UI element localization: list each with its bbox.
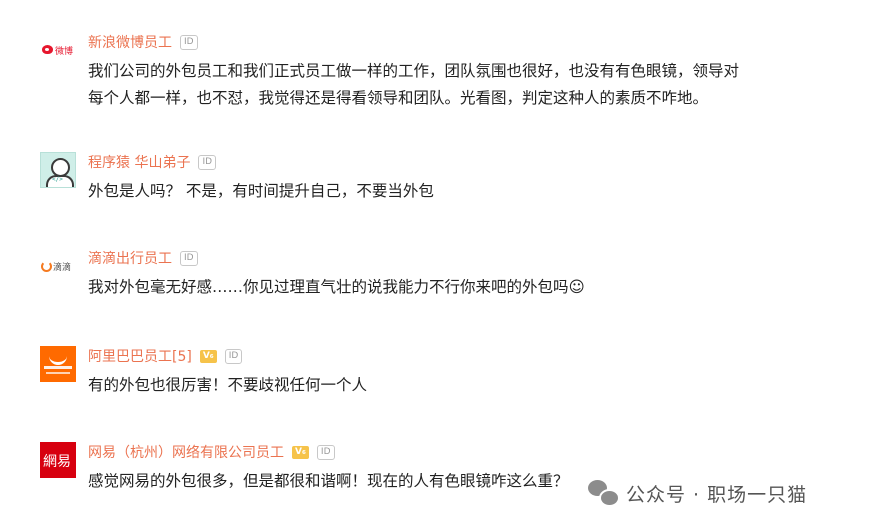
vip-level-badge: V₆ (199, 349, 217, 363)
comment-item: 滴滴 滴滴出行员工 ID 我对外包毫无好感……你见过理直气壮的说我能力不行你来吧… (40, 248, 860, 302)
weibo-logo-icon[interactable]: 微博 (40, 32, 76, 68)
username-link[interactable]: 阿里巴巴员工[5] (88, 346, 192, 366)
comment-text: 外包是人吗？ 不是，有时间提升自己，不要当外包 (88, 182, 434, 200)
comment-meta: 网易（杭州）网络有限公司员工 V₆ ID (88, 442, 335, 462)
comment-meta: 滴滴出行员工 ID (88, 248, 198, 268)
wechat-icon (588, 480, 620, 507)
alibaba-logo-icon[interactable] (40, 346, 76, 382)
comment-item: </> 程序猿 华山弟子 ID 外包是人吗？ 不是，有时间提升自己，不要当外包 (40, 152, 860, 206)
didi-logo-icon[interactable]: 滴滴 (40, 248, 76, 284)
username-link[interactable]: 新浪微博员工 (88, 32, 172, 52)
comment-item: 微博 新浪微博员工 ID 我们公司的外包员工和我们正式员工做一样的工作，团队氛围… (40, 32, 860, 116)
comment-text: 感觉网易的外包很多，但是都很和谐啊！现在的人有色眼镜咋这么重？ (88, 472, 569, 490)
id-badge: ID (224, 348, 243, 364)
wechat-watermark: 公众号 · 职场一只猫 (588, 476, 807, 510)
comment-text: 我对外包毫无好感……你见过理直气壮的说我能力不行你来吧的外包吗☺ (88, 278, 585, 296)
username-link[interactable]: 程序猿 华山弟子 (88, 152, 190, 172)
programmer-avatar-icon[interactable]: </> (40, 152, 76, 188)
username-link[interactable]: 滴滴出行员工 (88, 248, 172, 268)
id-badge: ID (198, 154, 217, 170)
comment-meta: 阿里巴巴员工[5] V₆ ID (88, 346, 243, 366)
comment-meta: 新浪微博员工 ID (88, 32, 198, 52)
vip-level-badge: V₆ (292, 445, 309, 459)
id-badge: ID (180, 34, 198, 50)
watermark-text: 公众号 · 职场一只猫 (626, 483, 808, 506)
id-badge: ID (316, 444, 335, 460)
comment-item: 阿里巴巴员工[5] V₆ ID 有的外包也很厉害！不要歧视任何一个人 (40, 346, 860, 400)
comment-text: 我们公司的外包员工和我们正式员工做一样的工作，团队氛围也很好，也没有有色眼镜，领… (88, 62, 740, 107)
comment-meta: 程序猿 华山弟子 ID (88, 152, 217, 172)
netease-logo-icon[interactable]: 網易 (40, 442, 76, 478)
id-badge: ID (180, 250, 198, 266)
username-link[interactable]: 网易（杭州）网络有限公司员工 (88, 442, 284, 462)
comment-text: 有的外包也很厉害！不要歧视任何一个人 (88, 376, 368, 394)
